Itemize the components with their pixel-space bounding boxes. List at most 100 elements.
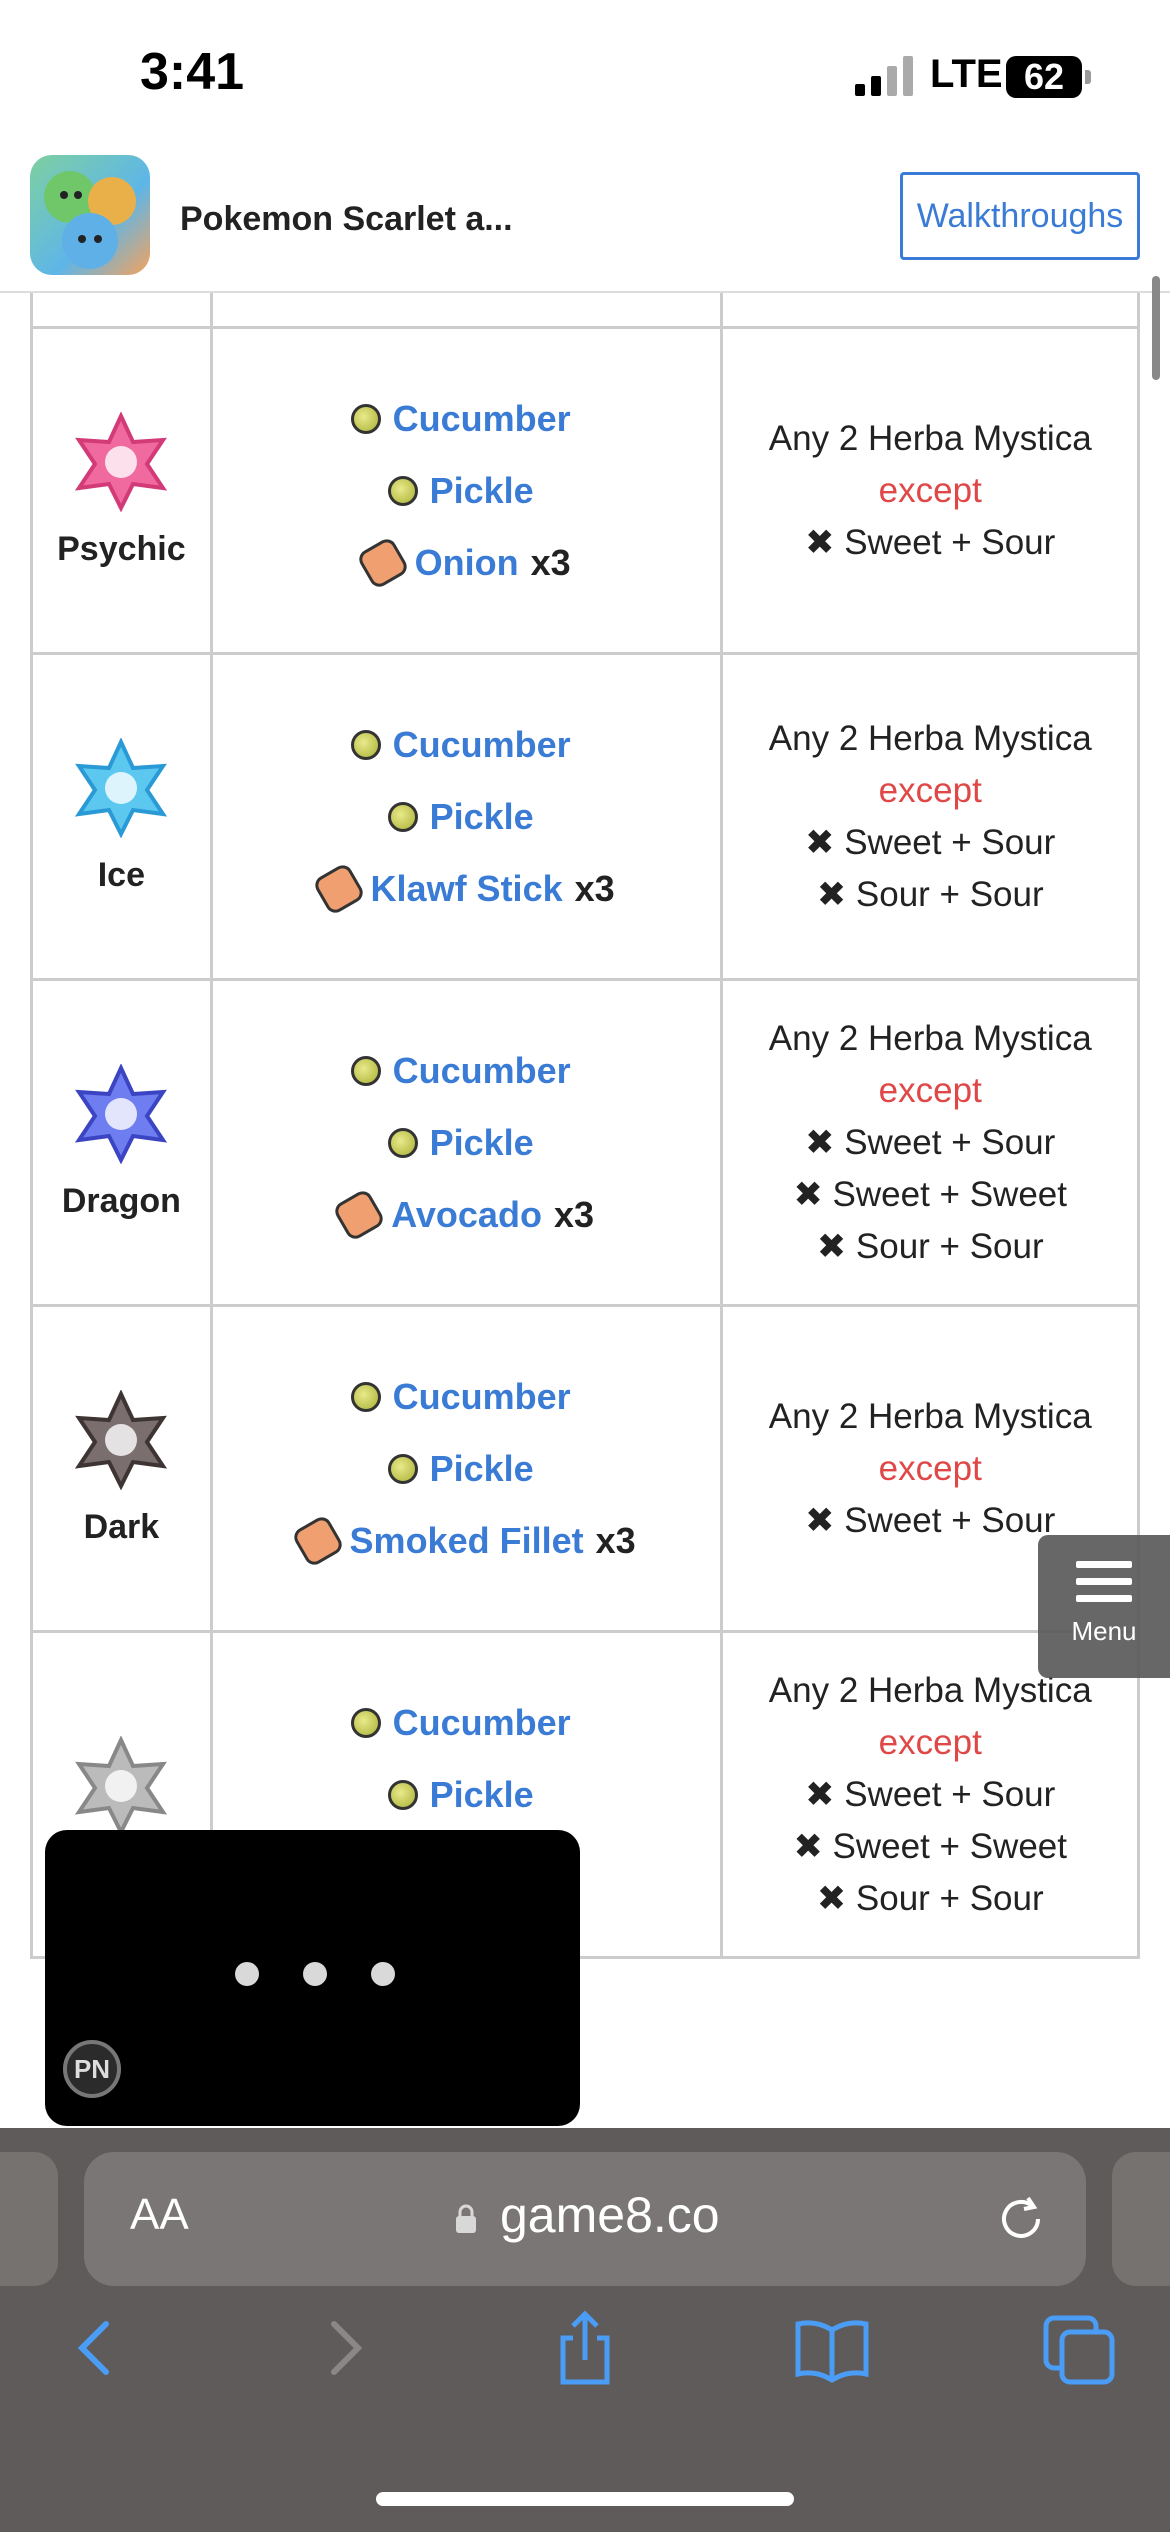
- ingredient-link[interactable]: Pickle: [430, 470, 534, 512]
- herba-text: Any 2 Herba Mystica: [768, 1396, 1092, 1436]
- url-text: game8.co: [500, 2187, 720, 2243]
- ingredients-cell: Cucumber Pickle Onion x3: [209, 326, 724, 655]
- ingredient-item: Klawf Stick x3: [213, 861, 721, 916]
- share-icon[interactable]: [545, 2308, 625, 2388]
- type-cell: Ice: [30, 652, 213, 981]
- herba-cell: Any 2 Herba Mystica except ✖ Sweet + Sour…: [720, 978, 1140, 1307]
- herba-except: except: [878, 470, 982, 510]
- site-title[interactable]: Pokemon Scarlet a...: [180, 200, 513, 239]
- ingredient-item: Avocado x3: [213, 1187, 721, 1242]
- bookmarks-icon[interactable]: [792, 2308, 872, 2388]
- herba-exclusion: ✖ Sweet + Sour: [805, 522, 1056, 562]
- herba-text: Any 2 Herba Mystica: [768, 418, 1092, 458]
- herba-exclusion: ✖ Sour + Sour: [816, 874, 1044, 914]
- ingredient-icon: [355, 535, 410, 590]
- herba-exclusion: ✖ Sweet + Sweet: [793, 1174, 1067, 1214]
- reload-icon[interactable]: [994, 2192, 1048, 2246]
- ingredient-icon: [290, 1513, 345, 1568]
- herba-text: Any 2 Herba Mystica: [768, 1018, 1092, 1058]
- ingredient-icon: [387, 1779, 418, 1810]
- ingredient-icon: [350, 1381, 381, 1412]
- reader-settings-button[interactable]: AA: [130, 2190, 189, 2240]
- ingredient-item: Cucumber: [213, 398, 721, 440]
- ingredient-item: Cucumber: [213, 1702, 721, 1744]
- ingredient-link[interactable]: Onion: [415, 542, 519, 584]
- battery-tip: [1085, 70, 1091, 84]
- ingredient-qty: x3: [553, 1193, 594, 1235]
- ingredients-cell: Cucumber Pickle Klawf Stick x3: [209, 652, 724, 981]
- ingredient-link[interactable]: Avocado: [391, 1194, 542, 1236]
- type-name[interactable]: Dragon: [33, 1182, 210, 1221]
- type-icon: [75, 1390, 168, 1490]
- herba-cell: Any 2 Herba Mystica except ✖ Sweet + Sour…: [720, 652, 1140, 981]
- ingredient-item: Pickle: [213, 1122, 721, 1164]
- table-row: Psychic Cucumber Pickle Onion x3 Any 2 He…: [30, 326, 1140, 655]
- herba-except: except: [878, 1448, 982, 1488]
- network-label: LTE: [930, 52, 1003, 96]
- status-time: 3:41: [140, 43, 245, 101]
- herba-exclusion: ✖ Sweet + Sour: [805, 822, 1056, 862]
- ingredient-item: Pickle: [213, 1774, 721, 1816]
- menu-button[interactable]: Menu: [1038, 1535, 1170, 1678]
- ingredient-item: Pickle: [213, 1448, 721, 1490]
- next-tab-preview[interactable]: [1112, 2152, 1170, 2286]
- ingredient-link[interactable]: Cucumber: [393, 1050, 571, 1092]
- ingredient-item: Cucumber: [213, 1050, 721, 1092]
- ingredient-link[interactable]: Pickle: [430, 1774, 534, 1816]
- table-row: Dark Cucumber Pickle Smoked Fillet x3 Any…: [30, 1304, 1140, 1633]
- ingredient-item: Smoked Fillet x3: [213, 1513, 721, 1568]
- pn-badge[interactable]: PN: [63, 2040, 121, 2098]
- tabs-icon[interactable]: [1040, 2308, 1120, 2388]
- ingredient-qty: x3: [595, 1519, 636, 1561]
- ingredient-icon: [387, 1127, 418, 1158]
- forward-icon[interactable]: [300, 2308, 380, 2388]
- ingredient-icon: [350, 729, 381, 760]
- herba-text: Any 2 Herba Mystica: [768, 718, 1092, 758]
- table-row: Ice Cucumber Pickle Klawf Stick x3 Any 2 …: [30, 652, 1140, 981]
- ingredient-item: Cucumber: [213, 724, 721, 766]
- address-bar[interactable]: AA game8.co: [84, 2152, 1086, 2286]
- herba-exclusion: ✖ Sweet + Sour: [805, 1774, 1056, 1814]
- table-row: Dragon Cucumber Pickle Avocado x3 Any 2 H…: [30, 978, 1140, 1307]
- ingredient-link[interactable]: Klawf Stick: [371, 868, 563, 910]
- type-icon: [75, 1064, 168, 1164]
- type-name[interactable]: Dark: [33, 1508, 210, 1547]
- ingredient-item: Pickle: [213, 470, 721, 512]
- ingredient-icon: [387, 1453, 418, 1484]
- herba-exclusion: ✖ Sweet + Sour: [805, 1122, 1056, 1162]
- ingredient-icon: [331, 1187, 387, 1242]
- scroll-indicator[interactable]: [1152, 276, 1160, 380]
- ingredient-item: Pickle: [213, 796, 721, 838]
- ingredient-link[interactable]: Cucumber: [393, 398, 571, 440]
- ingredient-icon: [350, 1055, 381, 1086]
- lock-icon: [456, 2204, 476, 2233]
- herba-except: except: [878, 1722, 982, 1762]
- herba-exclusion: ✖ Sour + Sour: [816, 1878, 1044, 1918]
- previous-tab-preview[interactable]: [0, 2152, 58, 2286]
- status-bar: 3:41 LTE 62: [0, 0, 1170, 150]
- recipe-table-viewport: Electric Pickle Yellow Bell Pepper x3 ex…: [30, 150, 1140, 2120]
- ingredient-qty: x3: [530, 541, 571, 583]
- ingredient-qty: x3: [574, 867, 615, 909]
- ingredient-link[interactable]: Pickle: [430, 1122, 534, 1164]
- ingredient-link[interactable]: Cucumber: [393, 1376, 571, 1418]
- ingredient-icon: [350, 1707, 381, 1738]
- video-player[interactable]: PN: [45, 1830, 580, 2126]
- battery-icon: 62: [1006, 56, 1082, 98]
- ingredient-item: Cucumber: [213, 1376, 721, 1418]
- recipe-table: Electric Pickle Yellow Bell Pepper x3 ex…: [30, 150, 1140, 1959]
- ingredient-link[interactable]: Pickle: [430, 796, 534, 838]
- ingredient-link[interactable]: Pickle: [430, 1448, 534, 1490]
- walkthroughs-button[interactable]: Walkthroughs: [900, 172, 1140, 260]
- ingredient-link[interactable]: Smoked Fillet: [350, 1520, 584, 1562]
- type-name[interactable]: Ice: [33, 856, 210, 895]
- app-icon[interactable]: [30, 155, 150, 275]
- type-cell: Dark: [30, 1304, 213, 1633]
- herba-except: except: [878, 1070, 982, 1110]
- type-name[interactable]: Psychic: [33, 530, 210, 569]
- ingredient-link[interactable]: Cucumber: [393, 724, 571, 766]
- herba-cell: Any 2 Herba Mystica except ✖ Sweet + Sour: [720, 326, 1140, 655]
- ingredient-link[interactable]: Cucumber: [393, 1702, 571, 1744]
- ingredients-cell: Cucumber Pickle Smoked Fillet x3: [209, 1304, 724, 1633]
- back-icon[interactable]: [60, 2308, 140, 2388]
